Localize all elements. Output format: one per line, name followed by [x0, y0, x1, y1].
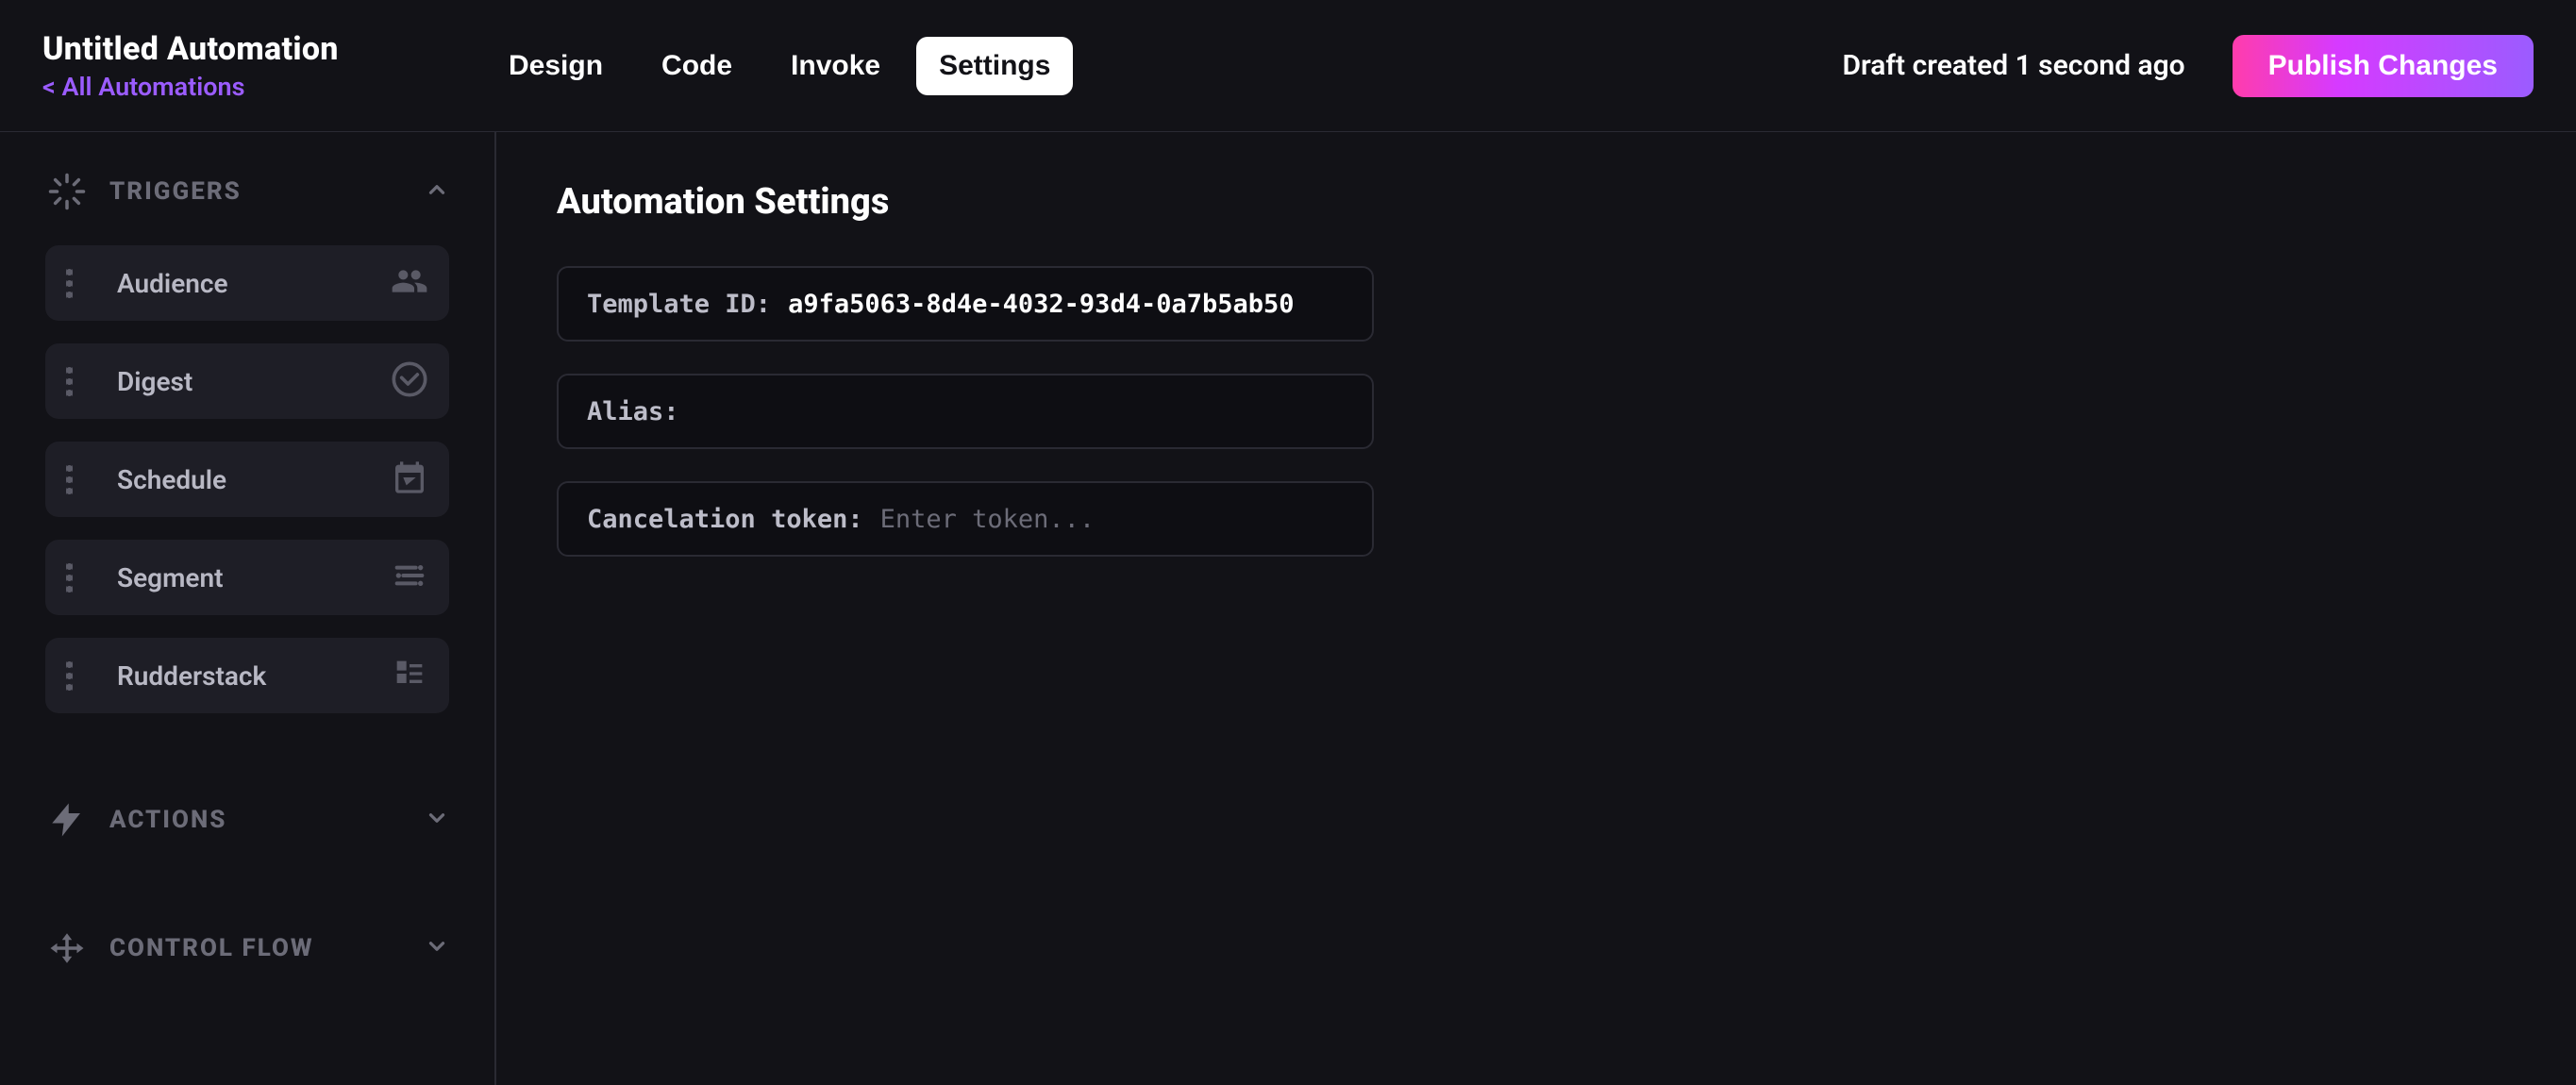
sidebar-item-label: Segment	[117, 562, 391, 593]
template-id-value: a9fa5063-8d4e-4032-93d4-0a7b5ab50	[788, 290, 1294, 319]
cancelation-token-label: Cancelation token:	[587, 505, 863, 534]
audience-icon	[391, 262, 428, 304]
main-content: Automation Settings Template ID: a9fa506…	[496, 132, 2576, 1085]
main-tabs: Design Code Invoke Settings	[486, 37, 1073, 95]
actions-section-icon	[45, 798, 89, 842]
actions-section-label: ACTIONS	[109, 806, 404, 834]
drag-handle-icon	[66, 563, 92, 593]
tab-invoke[interactable]: Invoke	[768, 37, 903, 95]
template-id-label: Template ID:	[587, 290, 771, 319]
drag-handle-icon	[66, 269, 92, 298]
cancelation-token-input[interactable]	[880, 505, 1344, 534]
sidebar-item-digest[interactable]: Digest	[45, 343, 449, 419]
tab-code[interactable]: Code	[639, 37, 755, 95]
drag-handle-icon	[66, 661, 92, 691]
rudderstack-icon	[391, 655, 428, 696]
tab-design[interactable]: Design	[486, 37, 626, 95]
alias-field[interactable]: Alias:	[557, 374, 1374, 449]
header-bar: Untitled Automation < All Automations De…	[0, 0, 2576, 132]
section-header-actions[interactable]: ACTIONS	[45, 798, 449, 842]
tab-settings[interactable]: Settings	[916, 37, 1073, 95]
sidebar-item-label: Schedule	[117, 464, 391, 495]
sidebar-item-audience[interactable]: Audience	[45, 245, 449, 321]
control-flow-section-label: CONTROL FLOW	[109, 934, 404, 962]
chevron-down-icon	[425, 806, 449, 834]
sidebar-item-segment[interactable]: Segment	[45, 540, 449, 615]
sidebar-item-label: Rudderstack	[117, 660, 391, 692]
control-flow-section-icon	[45, 926, 89, 970]
digest-icon	[391, 360, 428, 402]
cancelation-token-field[interactable]: Cancelation token:	[557, 481, 1374, 557]
publish-changes-button[interactable]: Publish Changes	[2233, 35, 2534, 97]
drag-handle-icon	[66, 367, 92, 396]
triggers-items: Audience Digest	[45, 245, 449, 713]
draft-status-text: Draft created 1 second ago	[1842, 49, 2184, 82]
sidebar: TRIGGERS Audience	[0, 132, 496, 1085]
settings-heading: Automation Settings	[557, 181, 2516, 223]
triggers-section-icon	[45, 170, 89, 213]
chevron-up-icon	[425, 177, 449, 206]
alias-label: Alias:	[587, 397, 679, 426]
sidebar-item-label: Audience	[117, 268, 391, 299]
segment-icon	[391, 557, 428, 598]
calendar-icon	[391, 459, 428, 500]
back-to-automations-link[interactable]: < All Automations	[42, 72, 486, 102]
chevron-down-icon	[425, 934, 449, 962]
alias-input[interactable]	[696, 397, 1344, 426]
sidebar-item-rudderstack[interactable]: Rudderstack	[45, 638, 449, 713]
drag-handle-icon	[66, 465, 92, 494]
template-id-field: Template ID: a9fa5063-8d4e-4032-93d4-0a7…	[557, 266, 1374, 342]
section-header-triggers[interactable]: TRIGGERS	[45, 170, 449, 213]
sidebar-item-label: Digest	[117, 366, 391, 397]
triggers-section-label: TRIGGERS	[109, 177, 404, 206]
sidebar-item-schedule[interactable]: Schedule	[45, 442, 449, 517]
section-header-control-flow[interactable]: CONTROL FLOW	[45, 926, 449, 970]
page-title: Untitled Automation	[42, 30, 486, 68]
title-block: Untitled Automation < All Automations	[42, 30, 486, 102]
